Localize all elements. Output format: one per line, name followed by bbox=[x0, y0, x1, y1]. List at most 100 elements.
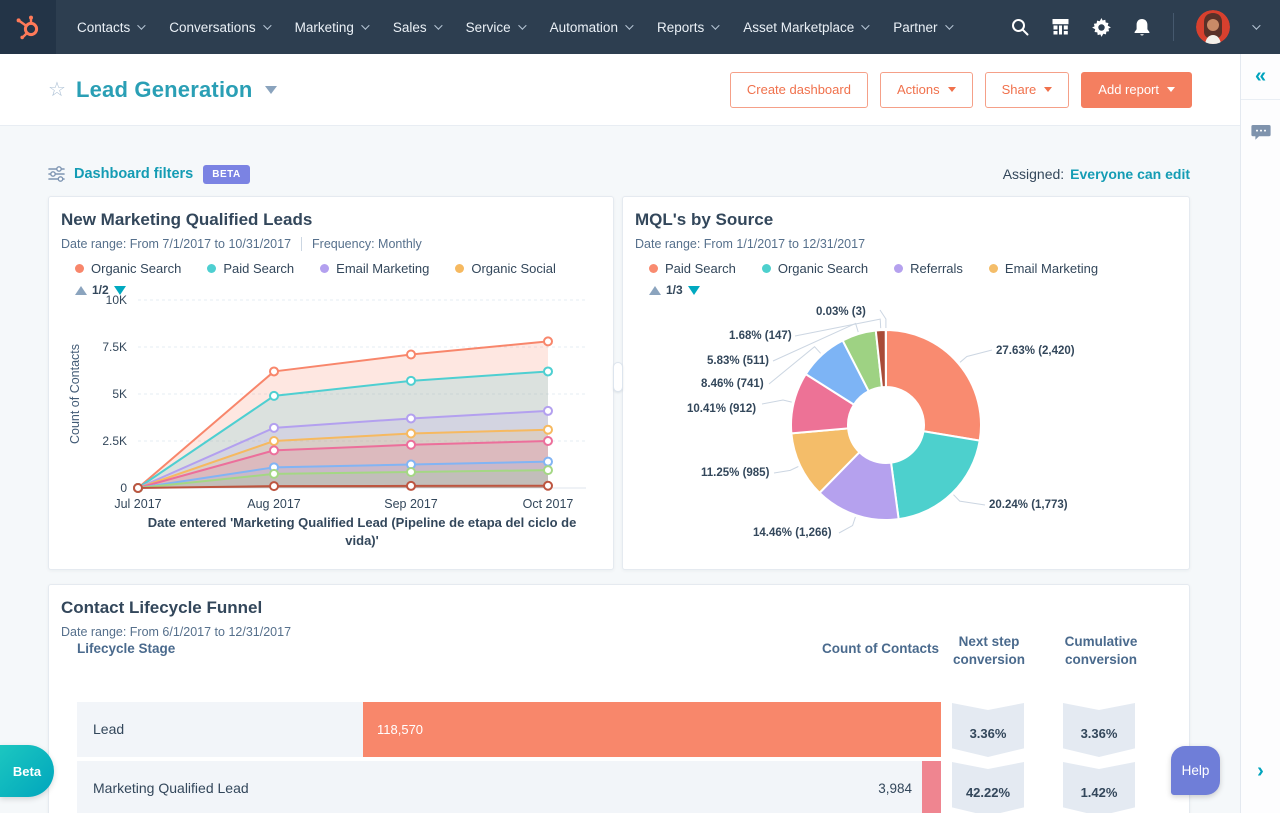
beta-badge: BETA bbox=[203, 164, 250, 184]
assigned-text: Assigned: Everyone can edit bbox=[1003, 166, 1190, 182]
user-avatar[interactable] bbox=[1196, 10, 1230, 44]
nav-item-reports[interactable]: Reports bbox=[644, 0, 730, 54]
actions-label: Actions bbox=[896, 82, 940, 97]
header-actions: Create dashboard Actions Share Add repor… bbox=[729, 71, 1192, 108]
donut-chart[interactable] bbox=[623, 292, 1189, 562]
svg-text:0: 0 bbox=[120, 481, 127, 495]
settings-icon[interactable] bbox=[1092, 17, 1111, 37]
top-nav: Contacts Conversations Marketing Sales Servi… bbox=[0, 0, 1280, 54]
funnel-row-lead[interactable]: Lead 118,570 bbox=[77, 702, 941, 757]
legend-label: Email Marketing bbox=[1004, 261, 1099, 276]
page-header: ☆ Lead Generation Create dashboard Actio… bbox=[0, 54, 1240, 126]
report-title[interactable]: MQL's by Source bbox=[623, 197, 1189, 230]
conversion-badge-cumulative: 3.36% bbox=[1063, 703, 1135, 757]
chart-legend: Paid Search Organic Search Referrals Email … bbox=[623, 251, 1189, 276]
nav-item-label: Reports bbox=[656, 19, 705, 35]
svg-text:Count of Contacts: Count of Contacts bbox=[68, 344, 82, 444]
conversion-badge-next-step: 42.22% bbox=[952, 762, 1024, 813]
chevron-down-icon bbox=[625, 21, 634, 30]
dashboard-filters-link[interactable]: Dashboard filters bbox=[74, 166, 193, 182]
legend-dot-icon bbox=[894, 264, 904, 273]
collapse-sidebar-icon[interactable]: « bbox=[1241, 54, 1280, 100]
pie-slice-label: 20.24% (1,773) bbox=[989, 499, 1068, 511]
create-dashboard-label: Create dashboard bbox=[746, 82, 851, 97]
legend-item-email-marketing[interactable]: Email Marketing bbox=[988, 261, 1099, 276]
nav-item-label: Conversations bbox=[169, 19, 256, 35]
nav-item-contacts[interactable]: Contacts bbox=[64, 0, 156, 54]
dashboard-selector-caret-icon[interactable] bbox=[264, 85, 277, 94]
legend-label: Organic Social bbox=[471, 261, 556, 276]
notifications-icon[interactable] bbox=[1133, 18, 1151, 37]
card-resize-handle[interactable] bbox=[613, 362, 623, 392]
hubspot-logo[interactable] bbox=[0, 0, 56, 54]
funnel-bar[interactable] bbox=[922, 761, 941, 813]
help-button[interactable]: Help bbox=[1171, 746, 1220, 795]
pie-slice-0[interactable] bbox=[885, 329, 982, 442]
beta-pill[interactable]: Beta bbox=[0, 745, 54, 797]
funnel-row-marketing-qualified-lead[interactable]: Marketing Qualified Lead 3,984 bbox=[77, 761, 941, 813]
nav-item-automation[interactable]: Automation bbox=[537, 0, 644, 54]
chevron-down-icon bbox=[944, 21, 954, 30]
funnel-rows: Lead 118,570 3.36% 3.36% Marketing Qualified… bbox=[49, 585, 1189, 813]
filters-slider-icon bbox=[48, 166, 65, 182]
funnel-count-value: 118,570 bbox=[377, 722, 424, 737]
date-range: Date range: From 7/1/2017 to 10/31/2017 bbox=[61, 237, 292, 251]
legend-item-email-marketing[interactable]: Email Marketing bbox=[320, 261, 429, 276]
legend-item-paid-search[interactable]: Paid Search bbox=[207, 261, 294, 276]
nav-right bbox=[1011, 10, 1280, 44]
pie-slice-1[interactable] bbox=[890, 430, 981, 521]
legend-item-organic-search[interactable]: Organic Search bbox=[761, 261, 868, 276]
marketplace-icon[interactable] bbox=[1051, 18, 1070, 36]
caret-down-icon bbox=[1044, 87, 1053, 92]
legend-dot-icon bbox=[761, 264, 771, 273]
chevron-down-icon[interactable] bbox=[1252, 21, 1261, 30]
actions-button[interactable]: Actions bbox=[879, 71, 973, 108]
legend-item-organic-social[interactable]: Organic Social bbox=[455, 261, 556, 276]
svg-text:7.5K: 7.5K bbox=[102, 340, 127, 354]
legend-label: Email Marketing bbox=[336, 261, 430, 276]
line-chart[interactable]: 0 2.5K 5K 7.5K 10K Count of Contacts Jul 2017 A… bbox=[49, 287, 615, 517]
nav-item-label: Sales bbox=[392, 19, 427, 35]
create-dashboard-button[interactable]: Create dashboard bbox=[729, 71, 868, 108]
svg-text:Aug 2017: Aug 2017 bbox=[247, 497, 301, 511]
search-icon[interactable] bbox=[1011, 18, 1029, 36]
nav-item-marketing[interactable]: Marketing bbox=[282, 0, 380, 54]
assigned-value-link[interactable]: Everyone can edit bbox=[1070, 166, 1190, 182]
svg-text:Jul 2017: Jul 2017 bbox=[114, 497, 161, 511]
nav-item-conversations[interactable]: Conversations bbox=[156, 0, 281, 54]
share-button[interactable]: Share bbox=[984, 71, 1070, 108]
report-meta: Date range: From 1/1/2017 to 12/31/2017 bbox=[623, 230, 1189, 251]
legend-label: Paid Search bbox=[665, 261, 736, 276]
right-sidebar-rail: « › bbox=[1240, 54, 1280, 813]
legend-dot-icon bbox=[207, 264, 217, 273]
svg-text:Oct 2017: Oct 2017 bbox=[523, 497, 574, 511]
nav-divider bbox=[1173, 13, 1174, 41]
report-meta: Date range: From 7/1/2017 to 10/31/2017 … bbox=[49, 230, 613, 251]
nav-item-label: Partner bbox=[893, 19, 938, 35]
report-title[interactable]: New Marketing Qualified Leads bbox=[49, 197, 613, 230]
legend-item-paid-search[interactable]: Paid Search bbox=[649, 261, 736, 276]
legend-dot-icon bbox=[455, 264, 465, 273]
pie-slice-label: 8.46% (741) bbox=[701, 378, 764, 390]
svg-text:5K: 5K bbox=[112, 387, 127, 401]
nav-item-asset-marketplace[interactable]: Asset Marketplace bbox=[730, 0, 880, 54]
favorite-star-icon[interactable]: ☆ bbox=[48, 80, 66, 100]
conversion-badge-cumulative: 1.42% bbox=[1063, 762, 1135, 813]
funnel-bar[interactable]: 118,570 bbox=[363, 702, 941, 757]
legend-dot-icon bbox=[75, 264, 84, 273]
chart-legend: Organic Search Paid Search Email Marketing… bbox=[49, 251, 613, 276]
comments-icon[interactable] bbox=[1241, 124, 1280, 141]
expand-panel-icon[interactable]: › bbox=[1241, 760, 1280, 783]
pie-slice-label: 11.25% (985) bbox=[701, 467, 770, 479]
pie-slice-label: 14.46% (1,266) bbox=[753, 527, 832, 539]
nav-item-sales[interactable]: Sales bbox=[380, 0, 453, 54]
nav-menu: Contacts Conversations Marketing Sales Servi… bbox=[64, 0, 964, 54]
chevron-down-icon bbox=[262, 21, 272, 30]
sprocket-icon bbox=[16, 15, 39, 40]
legend-item-organic-search[interactable]: Organic Search bbox=[75, 261, 181, 276]
report-card-new-mqls: New Marketing Qualified Leads Date range… bbox=[48, 196, 614, 570]
add-report-button[interactable]: Add report bbox=[1081, 71, 1192, 108]
nav-item-service[interactable]: Service bbox=[453, 0, 537, 54]
legend-item-referrals[interactable]: Referrals bbox=[894, 261, 963, 276]
nav-item-partner[interactable]: Partner bbox=[880, 0, 963, 54]
